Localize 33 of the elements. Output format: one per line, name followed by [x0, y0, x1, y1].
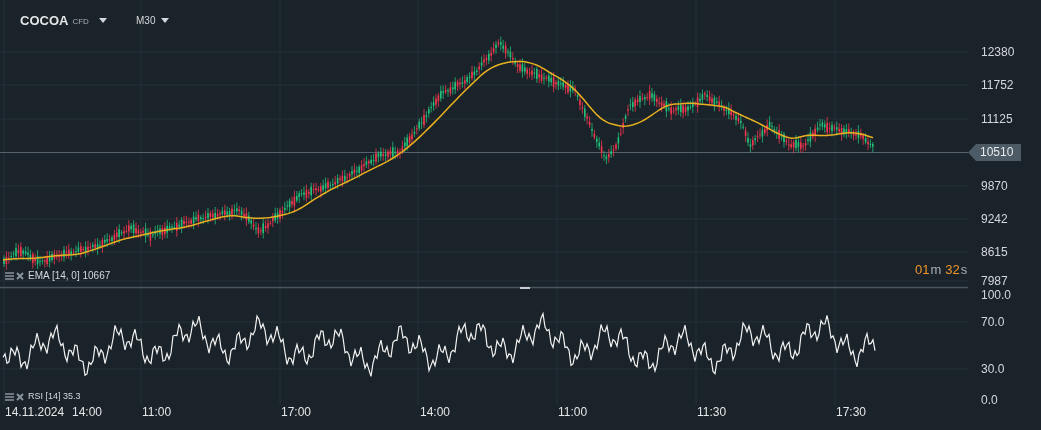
- time-axis-label: 11:30: [697, 405, 727, 419]
- time-axis-label: 14.11.2024: [5, 405, 65, 419]
- timeframe-label[interactable]: M30: [136, 13, 156, 28]
- indicator-legend: EMA [14, 0] 10667: [28, 268, 111, 283]
- price-axis-label: 8615: [981, 245, 1008, 259]
- resize-handle[interactable]: [520, 287, 530, 289]
- time-axis-label: 17:30: [836, 405, 867, 419]
- price-tag: 10510: [968, 144, 1022, 161]
- list-icon[interactable]: [5, 392, 14, 401]
- symbol-name: COCOA: [20, 12, 69, 30]
- price-axis-label: 9242: [981, 212, 1008, 226]
- rsi-axis-label: 70.0: [981, 315, 1005, 329]
- countdown-timer: 01m 32s: [915, 261, 968, 279]
- time-axis-label: 17:00: [281, 405, 312, 419]
- instrument-type: CFD: [72, 15, 89, 28]
- rsi-axis-label: 0.0: [981, 393, 998, 407]
- close-icon[interactable]: [16, 392, 24, 401]
- time-axis-label: 14:00: [420, 405, 451, 419]
- time-axis-label: 11:00: [142, 405, 172, 419]
- caret-icon[interactable]: [161, 18, 170, 23]
- indicator-legend: RSI [14] 35.3: [28, 390, 81, 404]
- rsi-axis-label: 100.0: [981, 288, 1012, 302]
- rsi-axis-label: 30.0: [981, 362, 1005, 376]
- price-axis-label: 7987: [981, 274, 1008, 288]
- time-axis-label: 11:00: [558, 405, 588, 419]
- price-axis-label: 12380: [981, 45, 1015, 59]
- price-axis-label: 11125: [981, 112, 1013, 126]
- caret-icon[interactable]: [98, 18, 107, 24]
- price-axis-label: 9870: [981, 179, 1008, 193]
- price-axis-label: 11752: [981, 78, 1014, 92]
- close-icon[interactable]: [16, 271, 24, 280]
- time-axis-label: 14:00: [72, 405, 103, 419]
- list-icon[interactable]: [5, 271, 14, 280]
